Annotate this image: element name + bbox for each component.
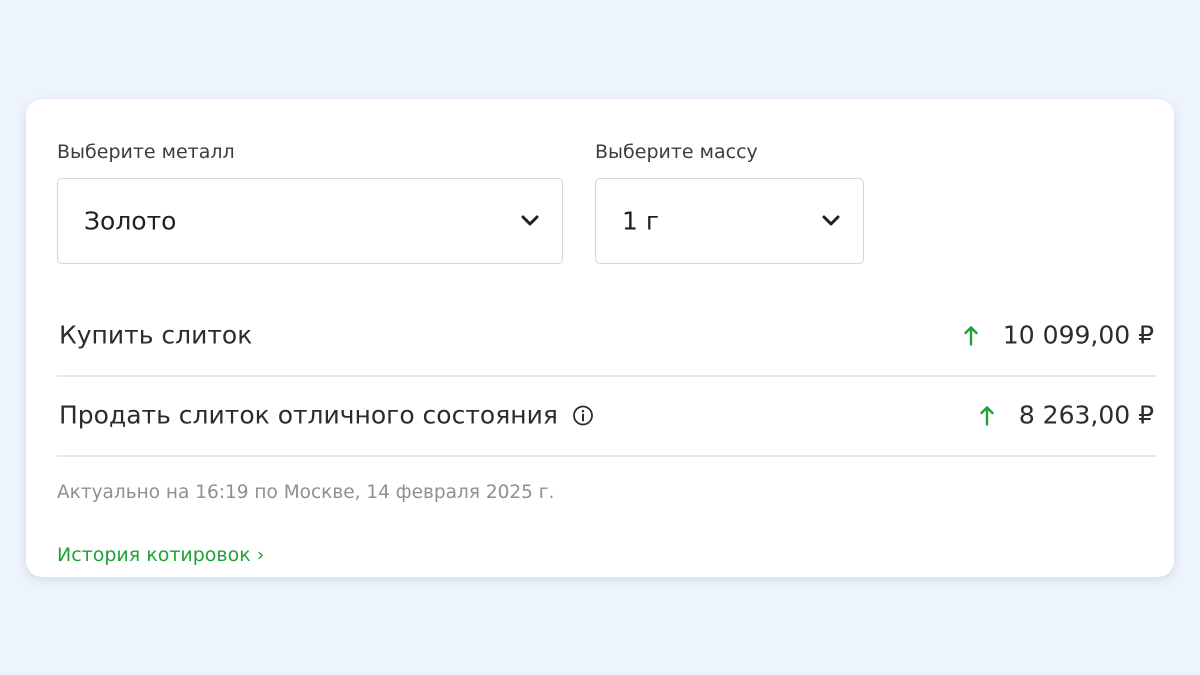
sell-bar-row: Продать слиток отличного состояния 8 263… (57, 375, 1156, 455)
arrow-up-icon (980, 405, 994, 426)
metal-select-label: Выберите металл (57, 141, 235, 163)
mass-select[interactable]: 1 г (595, 178, 864, 264)
updated-timestamp: Актуально на 16:19 по Москве, 14 февраля… (57, 482, 555, 503)
precious-metals-card: Выберите металл Золото Выберите массу 1 … (26, 99, 1174, 577)
metal-select-value: Золото (84, 206, 177, 236)
sell-bar-price: 8 263,00 ₽ (1018, 400, 1154, 430)
sell-bar-label-group: Продать слиток отличного состояния (59, 401, 594, 430)
sell-bar-label: Продать слиток отличного состояния (59, 400, 558, 430)
sell-bar-price-group: 8 263,00 ₽ (979, 401, 1154, 430)
chevron-down-icon (521, 215, 539, 226)
buy-bar-label: Купить слиток (59, 320, 253, 350)
buy-bar-price: 10 099,00 ₽ (1002, 320, 1154, 350)
buy-bar-row: Купить слиток 10 099,00 ₽ (57, 295, 1156, 375)
buy-bar-price-group: 10 099,00 ₽ (963, 321, 1154, 350)
mass-select-label: Выберите массу (595, 141, 758, 163)
quote-history-link[interactable]: История котировок › (57, 544, 264, 566)
metal-select[interactable]: Золото (57, 178, 563, 264)
divider (57, 455, 1156, 457)
mass-select-value: 1 г (622, 206, 659, 236)
arrow-up-icon (964, 325, 978, 346)
info-icon[interactable] (572, 404, 594, 426)
chevron-down-icon (822, 215, 840, 226)
